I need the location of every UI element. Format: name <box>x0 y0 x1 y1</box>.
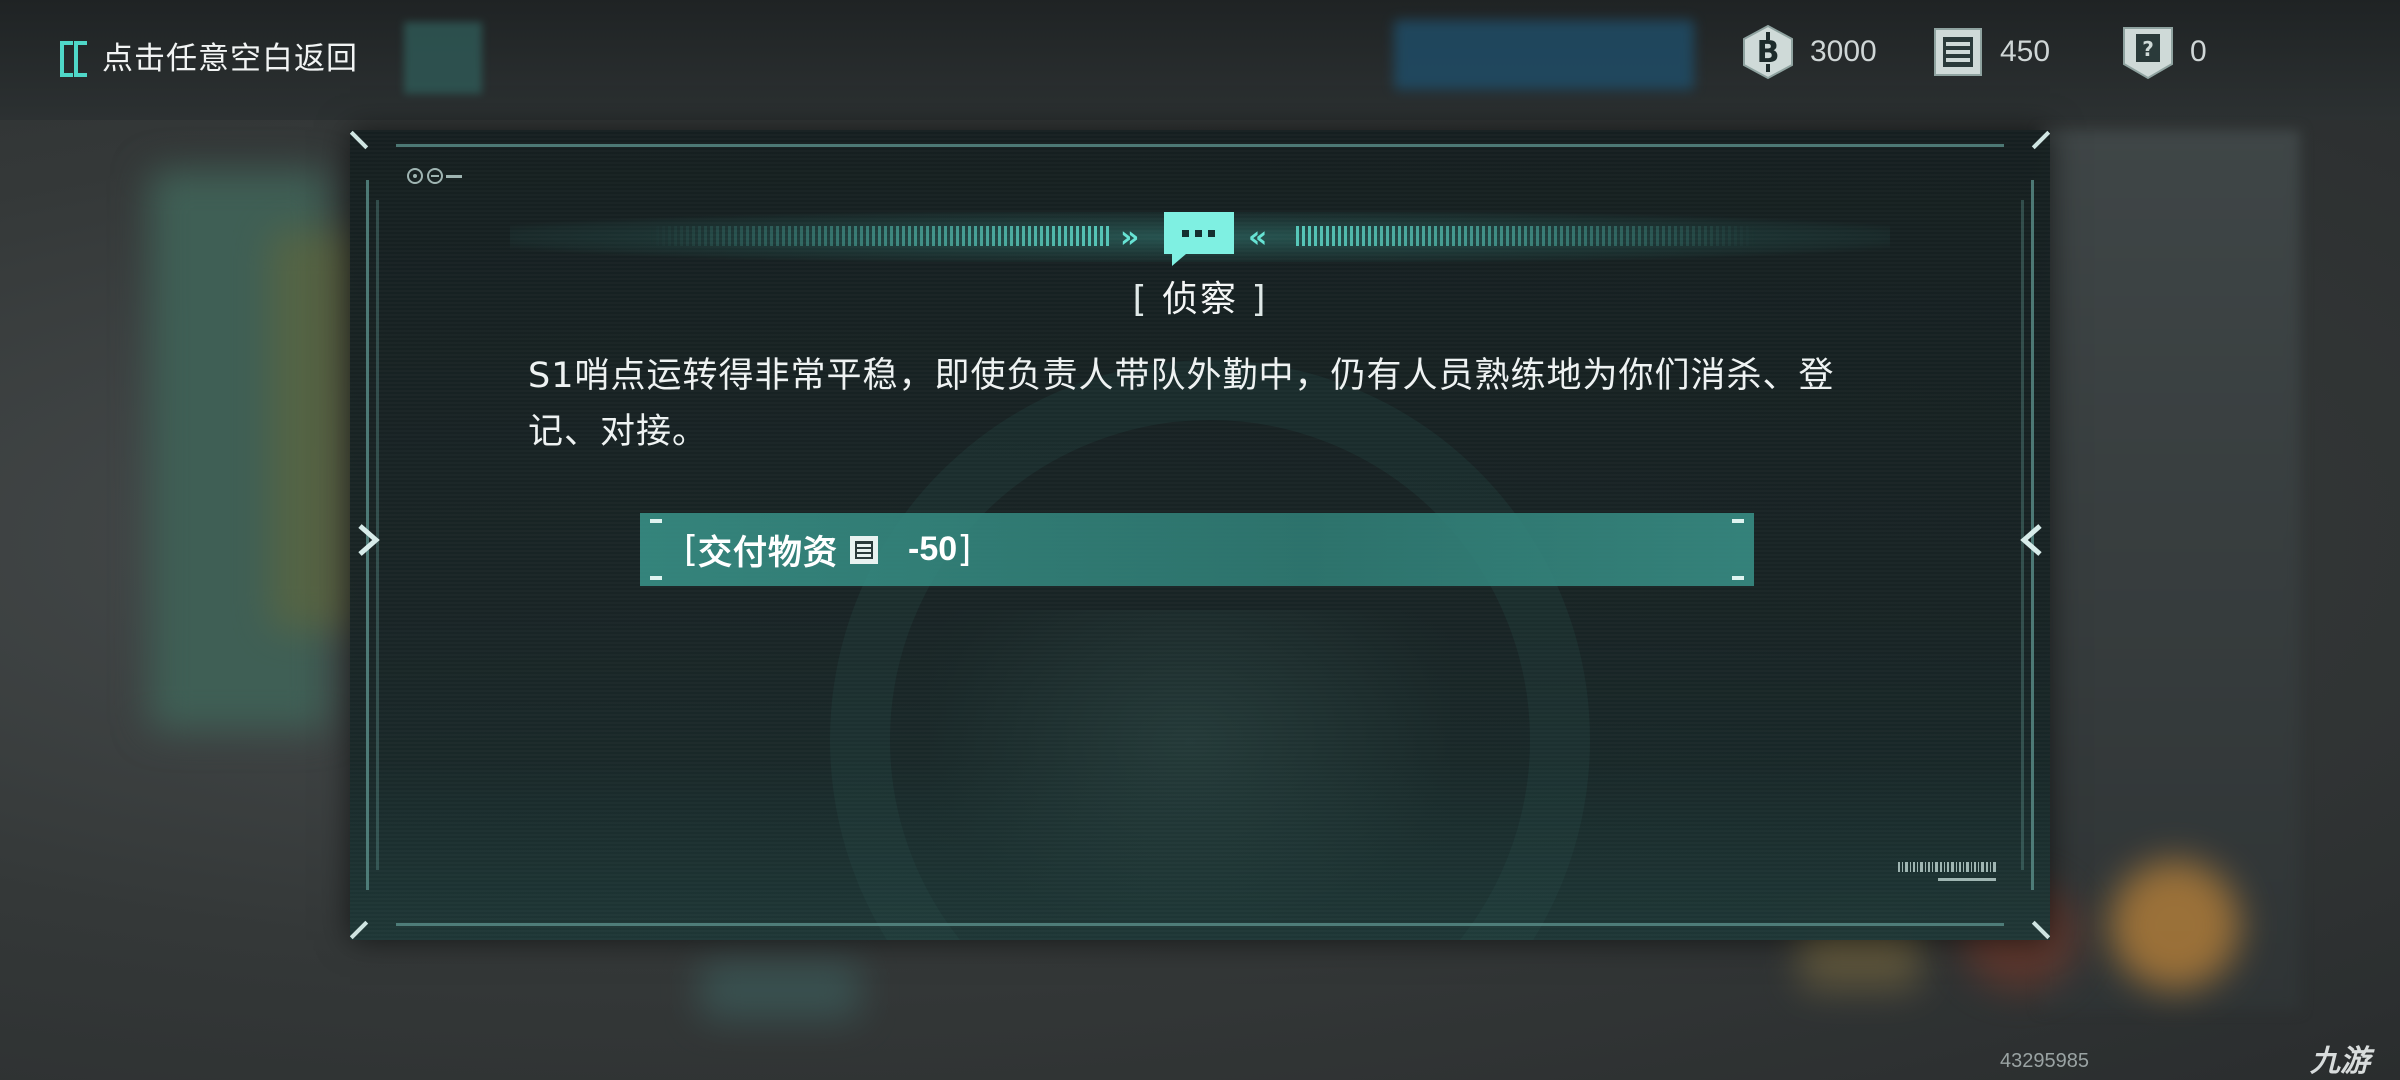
card-amount: 0 <box>2190 35 2207 68</box>
coin-amount: 3000 <box>1810 35 1877 68</box>
chevron-left-icon <box>2020 524 2042 556</box>
blurred-map-marker <box>270 230 360 630</box>
barcode-decor-icon <box>1898 862 1996 881</box>
dialog-body: S1哨点运转得非常平稳，即使负责人带队外勤中，仍有人员熟练地为你们消杀、登记、对… <box>528 356 1835 452</box>
back-bracket-icon <box>56 35 92 77</box>
mystery-card-icon: ? <box>2120 24 2176 80</box>
back-hint[interactable]: 点击任意空白返回 <box>56 30 358 80</box>
option-corner <box>650 519 662 523</box>
supplies-amount: 450 <box>2000 35 2051 68</box>
option-corner <box>1732 519 1744 523</box>
svg-text:?: ? <box>2142 37 2154 61</box>
frame-top <box>396 144 2004 147</box>
option-bracket-open: [ <box>684 529 699 570</box>
option-corner <box>650 576 662 580</box>
double-chevron-right-icon: » <box>1120 220 1139 255</box>
currency-supplies[interactable]: 450 <box>1930 24 2120 80</box>
decor-dots-icon <box>407 168 462 184</box>
option-bracket-close: ] <box>957 529 972 570</box>
watermark-logo: 九游 <box>2310 1044 2370 1079</box>
watermark-id: 43295985 <box>2000 1050 2089 1072</box>
blurred-button <box>700 960 860 1020</box>
header-hatch-right <box>1296 226 1756 246</box>
dialog-title-text: 侦察 <box>1161 279 1238 320</box>
option-label: 交付物资 <box>698 533 839 573</box>
dialog-title: [ 侦察 ] <box>350 270 2050 322</box>
chevron-right-icon <box>358 524 380 556</box>
currency-card[interactable]: ? 0 <box>2120 24 2280 80</box>
coin-b-icon: B <box>1740 24 1796 80</box>
supply-crate-icon <box>1930 24 1986 80</box>
double-chevron-left-icon: « <box>1248 220 1267 255</box>
event-dialog: » « [ 侦察 ] S1哨点运转得非常平稳，即使负责人带队外勤中，仍有人员熟练… <box>350 130 2050 940</box>
title-bracket-open: [ <box>1132 279 1149 320</box>
currency-bar: B 3000 450 ? 0 <box>1740 24 2280 80</box>
option-cost: -50 <box>908 530 958 568</box>
option-corner <box>1732 576 1744 580</box>
currency-coin[interactable]: B 3000 <box>1740 24 1930 80</box>
deliver-supplies-option[interactable]: [ 交付物资 -50 ] <box>640 513 1754 586</box>
header-hatch-left <box>650 226 1110 246</box>
chat-bubble-icon <box>1164 212 1234 266</box>
blurred-menu-button <box>404 22 482 94</box>
blurred-action-button <box>1394 20 1694 90</box>
frame-bottom <box>396 923 2004 926</box>
back-hint-label: 点击任意空白返回 <box>102 40 358 77</box>
supply-crate-icon <box>850 535 879 564</box>
blurred-node-icon <box>2110 860 2240 990</box>
title-bracket-close: ] <box>1251 279 1268 320</box>
